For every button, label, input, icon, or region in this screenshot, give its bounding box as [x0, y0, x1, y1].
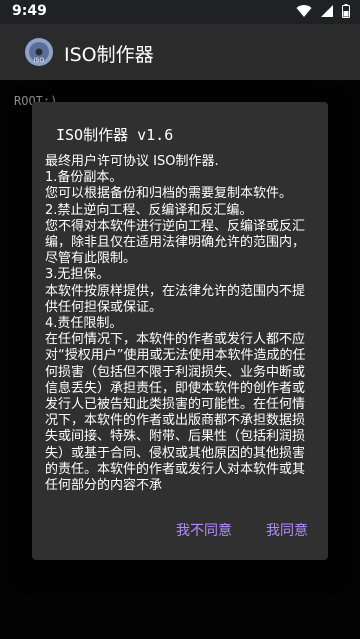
decline-button[interactable]: 我不同意	[172, 514, 236, 546]
license-line: 您不得对本软件进行逆向工程、反编译或反汇编，除非且仅在适用法律明确允许的范围内，…	[45, 218, 306, 267]
accept-button[interactable]: 我同意	[262, 514, 312, 546]
status-bar: 9:49	[0, 0, 360, 24]
app-title: ISO制作器	[64, 44, 154, 66]
app-bar: ISO ISO制作器	[0, 24, 360, 80]
license-line: 您可以根据备份和归档的需要复制本软件。	[45, 186, 293, 202]
license-line: 本软件按原样提供，在法律允许的范围内不提供任何担保或保证。	[45, 283, 306, 315]
svg-text:ISO: ISO	[34, 57, 45, 64]
status-time: 9:49	[12, 3, 47, 19]
signal-icon	[321, 5, 333, 17]
status-icons	[296, 4, 350, 18]
disc-icon: ISO	[25, 38, 53, 66]
dialog-title: ISO制作器 v1.6	[56, 126, 174, 144]
dialog-actions: 我不同意 我同意	[172, 514, 312, 546]
license-dialog: ISO制作器 v1.6 最终用户许可协议 ISO制作器. 1.备份副本。 您可以…	[32, 102, 328, 560]
license-line: 最终用户许可协议 ISO制作器.	[45, 154, 219, 169]
license-line: 3.无担保。	[45, 267, 110, 283]
battery-icon	[342, 4, 350, 18]
license-line: 在任何情况下，本软件的作者或发行人都不应对“授权用户”使用或无法使用本软件造成的…	[45, 332, 306, 494]
license-line: 4.责任限制。	[45, 316, 123, 332]
wifi-icon	[296, 5, 312, 18]
license-text[interactable]: 最终用户许可协议 ISO制作器. 1.备份副本。 您可以根据备份和归档的需要复制…	[45, 154, 317, 514]
license-line: 2.禁止逆向工程、反编译和反汇编。	[45, 202, 253, 218]
license-line: 1.备份副本。	[45, 170, 123, 186]
